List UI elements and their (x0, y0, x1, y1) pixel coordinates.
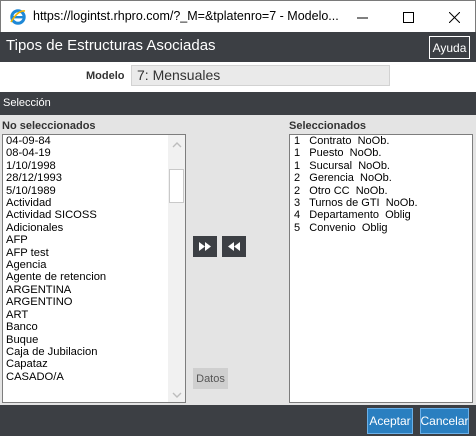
fast-forward-icon (199, 238, 211, 256)
scroll-thumb[interactable] (169, 169, 184, 203)
list-item[interactable]: AFP (3, 234, 185, 246)
list-item[interactable]: 1 Contrato NoOb. (290, 135, 472, 147)
chevron-down-icon (172, 385, 182, 403)
cancel-button[interactable]: Cancelar (420, 408, 469, 434)
scroll-up-button[interactable] (168, 135, 185, 152)
list-item[interactable]: Capataz (3, 358, 185, 370)
list-item[interactable]: 5 Convenio Oblig (290, 222, 472, 234)
list-item[interactable]: 2 Otro CC NoOb. (290, 185, 472, 197)
chevron-up-icon (172, 135, 182, 153)
list-item[interactable]: Adicionales (3, 222, 185, 234)
app-header: Tipos de Estructuras Asociadas (0, 32, 476, 62)
footer-bar: Aceptar Cancelar (0, 405, 476, 436)
minimize-icon (356, 12, 368, 23)
unselected-scrollbar[interactable] (168, 135, 185, 402)
selected-label: Seleccionados (289, 120, 367, 132)
add-selected-button[interactable] (193, 236, 217, 257)
minimize-button[interactable] (339, 1, 385, 33)
window-titlebar: https://logintst.rhpro.com/?_M=&tplatenr… (0, 0, 476, 32)
list-item[interactable]: Banco (3, 321, 185, 333)
list-item[interactable]: CASADO/A (3, 371, 185, 383)
section-label: Selección (3, 97, 51, 109)
model-field: 7: Mensuales (131, 65, 390, 86)
list-item[interactable]: 04-09-84 (3, 135, 185, 147)
close-button[interactable] (431, 1, 476, 33)
list-item[interactable]: 1 Sucursal NoOb. (290, 160, 472, 172)
selection-panel: No seleccionados Seleccionados 04-09-84 … (0, 115, 476, 405)
remove-selected-button[interactable] (222, 236, 246, 257)
list-item[interactable]: AFP test (3, 247, 185, 259)
list-item[interactable]: Buque (3, 334, 185, 346)
model-label: Modelo (86, 70, 125, 82)
page-title: Tipos de Estructuras Asociadas (6, 37, 216, 54)
list-item[interactable]: Actividad SICOSS (3, 209, 185, 221)
close-icon (448, 11, 460, 23)
accept-button[interactable]: Aceptar (367, 408, 413, 434)
list-item[interactable]: 5/10/1989 (3, 185, 185, 197)
maximize-icon (402, 11, 414, 23)
maximize-button[interactable] (385, 1, 431, 33)
list-item[interactable]: 28/12/1993 (3, 172, 185, 184)
list-item[interactable]: Actividad (3, 197, 185, 209)
window-title: https://logintst.rhpro.com/?_M=&tplatenr… (33, 9, 339, 23)
list-item[interactable]: Agencia (3, 259, 185, 271)
list-item[interactable]: 4 Departamento Oblig (290, 209, 472, 221)
selected-list[interactable]: 1 Contrato NoOb. 1 Puesto NoOb. 1 Sucurs… (289, 134, 473, 403)
scroll-down-button[interactable] (168, 385, 185, 402)
unselected-label: No seleccionados (2, 120, 96, 132)
list-item[interactable]: 1/10/1998 (3, 160, 185, 172)
unselected-list[interactable]: 04-09-84 08-04-19 1/10/1998 28/12/1993 5… (2, 134, 186, 403)
list-item[interactable]: ARGENTINO (3, 296, 185, 308)
list-item[interactable]: Agente de retencion (3, 271, 185, 283)
list-item[interactable]: 1 Puesto NoOb. (290, 147, 472, 159)
list-item[interactable]: 2 Gerencia NoOb. (290, 172, 472, 184)
list-item[interactable]: 3 Turnos de GTI NoOb. (290, 197, 472, 209)
datos-button[interactable]: Datos (193, 368, 228, 389)
help-button[interactable]: Ayuda (429, 36, 470, 59)
list-item[interactable]: ARGENTINA (3, 284, 185, 296)
model-row: Modelo 7: Mensuales (0, 62, 476, 92)
list-item[interactable]: Caja de Jubilacion (3, 346, 185, 358)
list-item[interactable]: 08-04-19 (3, 147, 185, 159)
list-item[interactable]: ART (3, 309, 185, 321)
section-bar: Selección (0, 92, 476, 115)
rewind-icon (228, 238, 240, 256)
internet-explorer-icon (9, 8, 27, 26)
